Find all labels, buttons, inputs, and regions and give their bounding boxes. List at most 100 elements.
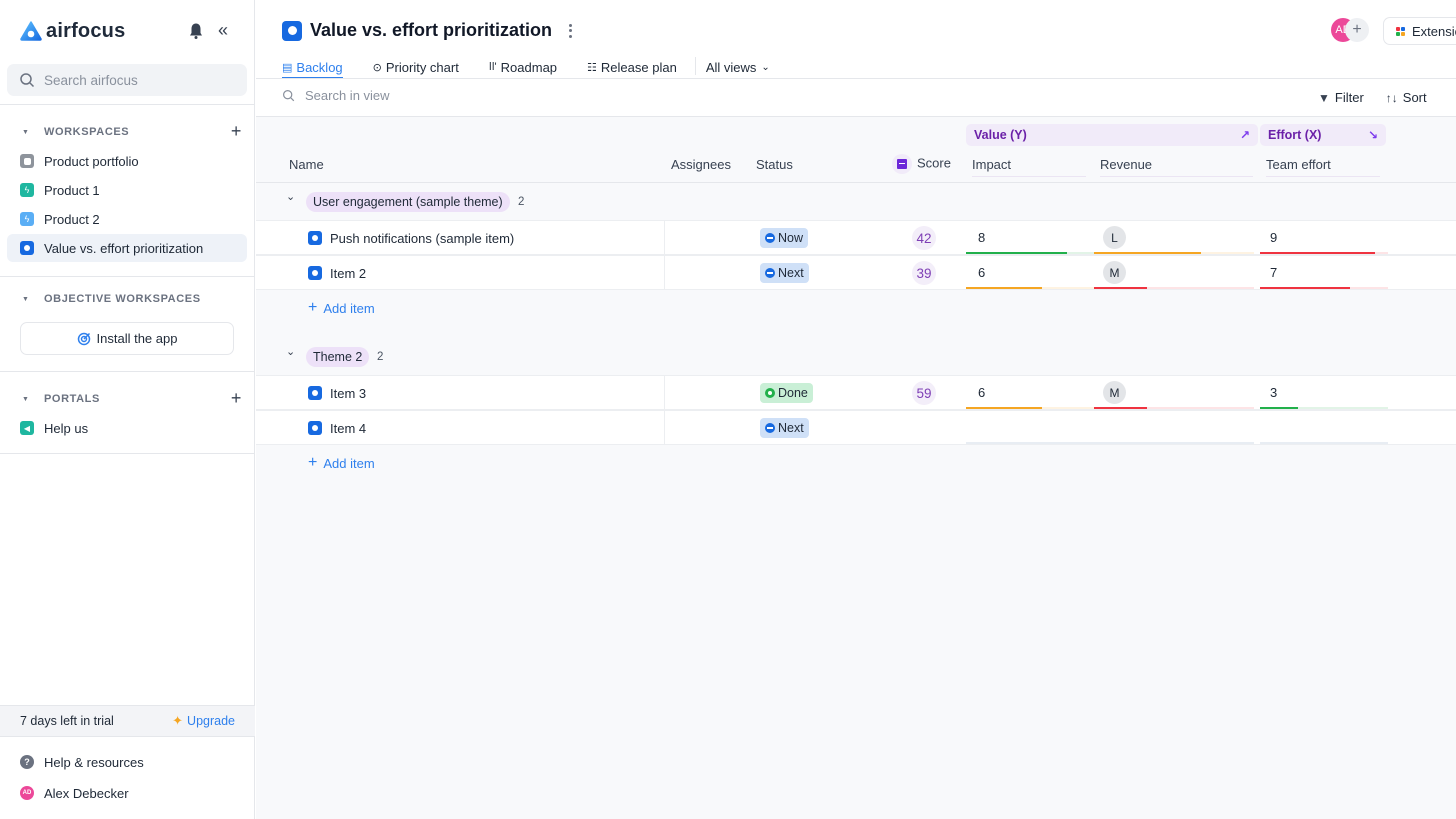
assignees-cell[interactable] xyxy=(665,256,750,290)
item-name-cell[interactable]: Item 2 xyxy=(308,256,366,290)
column-header-impact[interactable]: Impact xyxy=(972,157,1011,172)
value-group-header[interactable]: Value (Y) ↗ xyxy=(966,124,1258,146)
revenue-badge[interactable]: M xyxy=(1103,261,1126,284)
table-row[interactable]: Item 4 Next xyxy=(256,410,1456,445)
table-row[interactable]: Push notifications (sample item) Now 42 8 L 9 xyxy=(256,220,1456,255)
impact-value[interactable]: 8 xyxy=(978,230,985,245)
portals-section-header[interactable]: ▼ PORTALS + xyxy=(22,388,242,409)
divider xyxy=(0,453,255,454)
item-icon xyxy=(308,421,322,435)
more-options-icon[interactable] xyxy=(566,22,574,40)
assignees-cell[interactable] xyxy=(665,221,750,255)
add-item-button[interactable]: + Add item xyxy=(308,298,375,318)
collapse-sidebar-icon[interactable]: « xyxy=(218,20,236,40)
theme-pill[interactable]: User engagement (sample theme) xyxy=(306,192,510,212)
team-effort-value[interactable]: 9 xyxy=(1270,230,1277,245)
revenue-badge[interactable]: M xyxy=(1103,381,1126,404)
status-badge[interactable]: Done xyxy=(760,383,813,403)
add-collaborator-icon[interactable]: + xyxy=(1345,18,1369,42)
impact-bar xyxy=(966,287,1098,289)
plus-icon: + xyxy=(308,299,318,316)
theme-group-row[interactable]: ⌄ Theme 2 2 xyxy=(256,339,1456,375)
user-name: Alex Debecker xyxy=(44,785,129,801)
page-title: Value vs. effort prioritization xyxy=(310,20,553,40)
team-effort-value[interactable]: 3 xyxy=(1270,385,1277,400)
all-views-dropdown[interactable]: All views ⌄ xyxy=(706,57,770,77)
tab-roadmap[interactable]: ǀǀ' Roadmap xyxy=(489,57,557,77)
status-badge[interactable]: Now xyxy=(760,228,809,248)
sort-button[interactable]: ↑↓ Sort xyxy=(1386,90,1427,105)
status-badge[interactable]: Next xyxy=(760,263,809,283)
workspaces-section-header[interactable]: ▼ WORKSPACES + xyxy=(22,121,242,142)
item-icon xyxy=(308,266,322,280)
tab-priority-chart[interactable]: ⊙ Priority chart xyxy=(373,57,459,77)
revenue-bar-fill xyxy=(1094,252,1202,254)
column-underline xyxy=(1266,176,1380,177)
column-header-name[interactable]: Name xyxy=(289,157,324,172)
column-header-assignees[interactable]: Assignees xyxy=(671,157,731,172)
effort-group-header[interactable]: Effort (X) ↘ xyxy=(1260,124,1386,146)
sidebar: airfocus « Search airfocus ▼ WORKSPACES … xyxy=(0,0,255,819)
impact-value[interactable]: 6 xyxy=(978,385,985,400)
assignees-cell[interactable] xyxy=(665,411,750,445)
add-item-button[interactable]: + Add item xyxy=(308,453,375,473)
item-name: Item 2 xyxy=(330,265,367,281)
column-header-team-effort[interactable]: Team effort xyxy=(1266,157,1331,172)
search-airfocus-input[interactable]: Search airfocus xyxy=(7,64,247,96)
item-name-cell[interactable]: Item 3 xyxy=(308,376,366,410)
search-in-view-input[interactable]: Search in view xyxy=(282,88,390,103)
chevron-down-icon[interactable]: ⌄ xyxy=(286,345,295,358)
filter-button[interactable]: ▼ Filter xyxy=(1318,90,1364,105)
sort-label: Sort xyxy=(1402,90,1427,105)
revenue-bar xyxy=(1094,442,1254,444)
chevron-down-icon[interactable]: ⌄ xyxy=(286,190,295,203)
table-row[interactable]: Item 3 Done 59 6 M 3 xyxy=(256,375,1456,410)
column-underline xyxy=(972,176,1086,177)
roadmap-icon: ǀǀ' xyxy=(488,61,497,73)
toolbar: ▼ Filter ↑↓ Sort xyxy=(1318,90,1449,105)
caret-down-icon[interactable]: ▼ xyxy=(22,296,30,303)
help-resources-link[interactable]: ? Help & resources xyxy=(20,752,240,772)
circle-icon xyxy=(20,241,34,255)
table-row[interactable]: Item 2 Next 39 6 M 7 xyxy=(256,255,1456,290)
caret-down-icon[interactable]: ▼ xyxy=(22,396,30,403)
tab-backlog[interactable]: ▤ Backlog xyxy=(282,57,343,79)
logo[interactable]: airfocus xyxy=(20,18,240,44)
theme-pill[interactable]: Theme 2 xyxy=(306,347,370,367)
sidebar-item-value-vs-effort[interactable]: Value vs. effort prioritization xyxy=(7,234,247,262)
sidebar-item-product-1[interactable]: ϟ Product 1 xyxy=(7,176,247,204)
column-header-score[interactable]: Score xyxy=(892,154,951,174)
assignees-cell[interactable] xyxy=(665,376,750,410)
status-badge[interactable]: Next xyxy=(760,418,809,438)
target-icon xyxy=(77,332,90,345)
theme-group-row[interactable]: ⌄ User engagement (sample theme) 2 xyxy=(256,184,1456,220)
objective-workspaces-section-header[interactable]: ▼ OBJECTIVE WORKSPACES xyxy=(22,291,242,307)
column-header-status[interactable]: Status xyxy=(756,157,793,172)
item-name-cell[interactable]: Item 4 xyxy=(308,411,366,445)
extensions-button[interactable]: Extensions xyxy=(1383,17,1456,45)
status-label: Now xyxy=(778,231,804,245)
upgrade-link[interactable]: ✦ Upgrade xyxy=(172,713,235,729)
user-profile-link[interactable]: AD Alex Debecker xyxy=(20,783,240,803)
impact-value[interactable]: 6 xyxy=(978,265,985,280)
team-effort-bar-fill xyxy=(1260,407,1299,409)
item-name-cell[interactable]: Push notifications (sample item) xyxy=(308,221,514,255)
sidebar-item-product-2[interactable]: ϟ Product 2 xyxy=(7,205,247,233)
add-portal-icon[interactable]: + xyxy=(231,388,242,409)
caret-down-icon[interactable]: ▼ xyxy=(22,129,30,136)
tab-label: Roadmap xyxy=(500,59,558,75)
sidebar-item-help-us[interactable]: ◀ Help us xyxy=(7,414,247,442)
tab-release-plan[interactable]: ☷ Release plan xyxy=(587,57,677,77)
revenue-badge[interactable]: L xyxy=(1103,226,1126,249)
install-app-button[interactable]: Install the app xyxy=(20,322,234,355)
tab-divider xyxy=(694,57,696,75)
sidebar-item-product-portfolio[interactable]: Product portfolio xyxy=(7,147,247,175)
bell-icon[interactable] xyxy=(188,22,204,40)
user-avatar: AD xyxy=(20,786,34,800)
item-name: Item 4 xyxy=(330,420,367,436)
add-workspace-icon[interactable]: + xyxy=(231,121,242,142)
help-icon: ? xyxy=(20,755,34,769)
team-effort-bar xyxy=(1260,252,1388,254)
team-effort-value[interactable]: 7 xyxy=(1270,265,1277,280)
column-header-revenue[interactable]: Revenue xyxy=(1100,157,1152,172)
